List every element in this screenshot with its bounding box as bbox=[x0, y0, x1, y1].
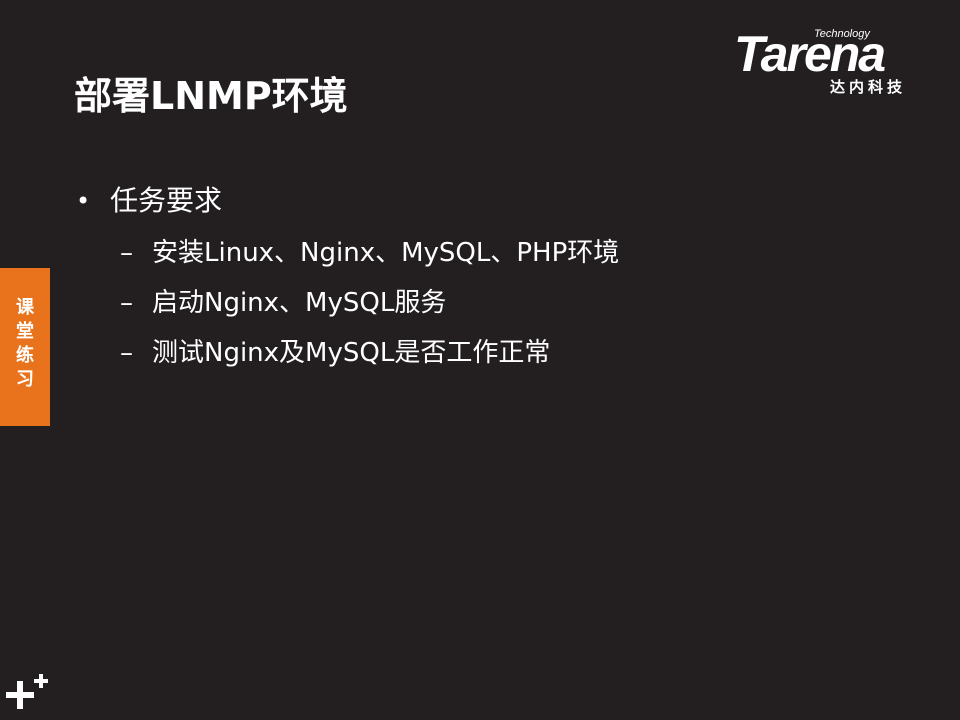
sub-marker: – bbox=[120, 288, 133, 318]
bullet-text: 任务要求 bbox=[110, 184, 223, 217]
sub-text: 安装Linux、Nginx、MySQL、PHP环境 bbox=[152, 238, 620, 268]
side-tab-exercise: 课堂练习 bbox=[0, 268, 50, 426]
side-tab-label: 课堂练习 bbox=[16, 297, 34, 390]
sub-list-item: – 安装Linux、Nginx、MySQL、PHP环境 bbox=[76, 228, 896, 278]
bullet-list: • 任务要求 – 安装Linux、Nginx、MySQL、PHP环境 – 启动N… bbox=[76, 176, 896, 378]
tarena-logo: Technology Tarena 达内科技 bbox=[734, 26, 934, 102]
logo-wordmark: Tarena bbox=[734, 26, 886, 82]
slide-title: 部署LNMP环境 bbox=[74, 74, 348, 118]
sub-list-item: – 启动Nginx、MySQL服务 bbox=[76, 278, 896, 328]
slide: 部署LNMP环境 Technology Tarena 达内科技 • 任务要求 –… bbox=[0, 0, 960, 720]
sub-text: 测试Nginx及MySQL是否工作正常 bbox=[152, 338, 551, 368]
list-item: • 任务要求 bbox=[76, 176, 896, 226]
sub-list: – 安装Linux、Nginx、MySQL、PHP环境 – 启动Nginx、My… bbox=[76, 228, 896, 378]
sub-marker: – bbox=[120, 238, 133, 268]
bullet-marker: • bbox=[76, 187, 91, 215]
sub-list-item: – 测试Nginx及MySQL是否工作正常 bbox=[76, 328, 896, 378]
plus-plus-icon bbox=[6, 670, 56, 720]
sub-marker: – bbox=[120, 338, 133, 368]
logo-cn-name: 达内科技 bbox=[830, 78, 907, 96]
sub-text: 启动Nginx、MySQL服务 bbox=[152, 288, 447, 318]
